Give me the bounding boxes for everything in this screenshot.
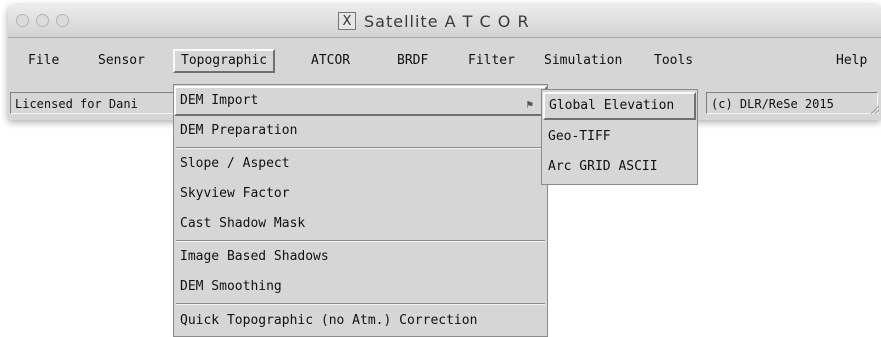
topographic-dropdown-menu: DEM Import ⚑ DEM Preparation Slope / Asp… xyxy=(173,84,548,337)
window-title-group: X Satellite A T C O R xyxy=(338,11,530,31)
menu-item-slope-aspect[interactable]: Slope / Aspect xyxy=(174,149,547,179)
title-bar[interactable]: X Satellite A T C O R xyxy=(8,5,881,38)
menu-item-dem-preparation[interactable]: DEM Preparation xyxy=(174,116,547,146)
x11-icon: X xyxy=(338,12,356,30)
menu-item-dem-smoothing[interactable]: DEM Smoothing xyxy=(174,272,547,302)
menu-bar: File Sensor Topographic ATCOR BRDF Filte… xyxy=(8,42,881,80)
menu-topographic[interactable]: Topographic xyxy=(173,49,276,73)
menu-file[interactable]: File xyxy=(22,49,65,73)
window-title: Satellite A T C O R xyxy=(364,11,530,31)
close-window-button[interactable] xyxy=(16,14,29,27)
menu-item-image-based-shadows[interactable]: Image Based Shadows xyxy=(174,242,547,272)
menu-brdf[interactable]: BRDF xyxy=(391,49,434,73)
menu-atcor[interactable]: ATCOR xyxy=(305,49,356,73)
submenu-item-geo-tiff[interactable]: Geo-TIFF xyxy=(542,122,697,152)
minimize-window-button[interactable] xyxy=(36,14,49,27)
dem-import-submenu: Global Elevation Geo-TIFF Arc GRID ASCII xyxy=(541,89,698,185)
submenu-item-global-elevation[interactable]: Global Elevation xyxy=(543,92,696,120)
menu-item-dem-import[interactable]: DEM Import ⚑ xyxy=(174,86,547,116)
submenu-item-arc-grid-ascii[interactable]: Arc GRID ASCII xyxy=(542,152,697,182)
resize-grip-icon[interactable] xyxy=(869,104,879,114)
menu-item-cast-shadow-mask[interactable]: Cast Shadow Mask xyxy=(174,209,547,239)
menu-help[interactable]: Help xyxy=(830,49,873,73)
copyright-status: (c) DLR/ReSe 2015 xyxy=(706,92,878,114)
menu-separator xyxy=(176,303,545,305)
menu-item-quick-topographic-correction[interactable]: Quick Topographic (no Atm.) Correction xyxy=(174,306,547,336)
menu-item-label: DEM Import xyxy=(180,93,259,108)
menu-simulation[interactable]: Simulation xyxy=(538,49,628,73)
menu-tools[interactable]: Tools xyxy=(648,49,699,73)
zoom-window-button[interactable] xyxy=(56,14,69,27)
menu-sensor[interactable]: Sensor xyxy=(92,49,151,73)
menu-item-skyview-factor[interactable]: Skyview Factor xyxy=(174,179,547,209)
menu-filter[interactable]: Filter xyxy=(462,49,521,73)
cascade-arrow-icon: ⚑ xyxy=(526,98,533,111)
